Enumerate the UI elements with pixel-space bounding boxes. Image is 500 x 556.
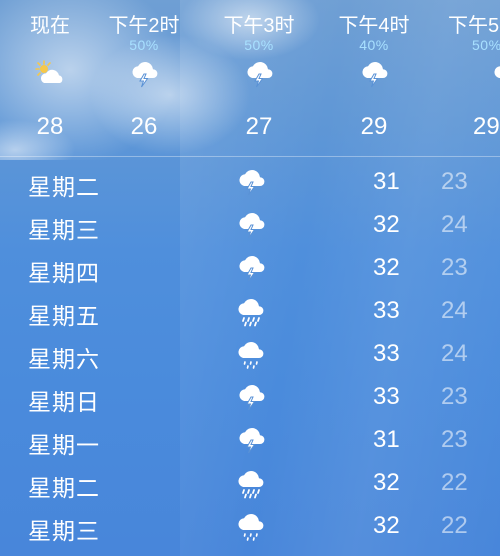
- high-temperature: 33: [373, 340, 400, 367]
- daily-row: 星期日 33 23: [0, 377, 500, 420]
- day-name: 星期六: [28, 346, 100, 372]
- hour-precipitation: 50%: [472, 37, 500, 53]
- day-name: 星期三: [28, 217, 100, 243]
- hour-label: 下午2时: [108, 15, 180, 37]
- low-temperature: 23: [441, 426, 468, 453]
- low-temperature: 22: [441, 512, 468, 539]
- low-temperature: 24: [441, 297, 468, 324]
- high-temperature: 33: [373, 383, 400, 410]
- daily-row: 星期六 33 24: [0, 334, 500, 377]
- high-temperature: 32: [373, 211, 400, 238]
- section-divider: [0, 156, 500, 157]
- hour-label: 下午3时: [223, 15, 295, 37]
- low-temperature: 24: [441, 340, 468, 367]
- hour-precipitation: 40%: [359, 37, 389, 53]
- thunderstorm-icon: [132, 61, 158, 88]
- low-temperature: 23: [441, 168, 468, 195]
- thunderstorm-icon: [247, 61, 273, 88]
- high-temperature: 31: [373, 426, 400, 453]
- hour-temperature: 29: [473, 113, 500, 140]
- hour-precipitation: 50%: [129, 37, 159, 53]
- thunderstorm-icon: [239, 427, 265, 454]
- rain-icon: [238, 470, 264, 499]
- high-temperature: 32: [373, 512, 400, 539]
- hour-temperature: 27: [245, 113, 273, 140]
- day-name: 星期五: [28, 303, 100, 329]
- hourly-item: 下午4时 40% 29: [314, 0, 434, 155]
- hour-temperature: 29: [360, 113, 388, 140]
- hour-label: 下午5: [448, 15, 500, 37]
- daily-row: 星期四 32 23: [0, 248, 500, 291]
- day-name: 星期日: [28, 389, 100, 415]
- daily-row: 星期五 33 24: [0, 291, 500, 334]
- hourly-item: 下午2时 50% 26: [84, 0, 204, 155]
- hourly-item-partial: 下午5 50% 29: [440, 0, 500, 155]
- thunderstorm-icon: [362, 61, 388, 88]
- rain-icon: [238, 298, 264, 327]
- thunderstorm-icon: [494, 66, 500, 78]
- day-name: 星期二: [28, 475, 100, 501]
- low-temperature: 24: [441, 211, 468, 238]
- drizzle-icon: [238, 341, 264, 369]
- partly-sunny-icon: [35, 60, 63, 83]
- thunderstorm-icon: [239, 384, 265, 411]
- thunderstorm-icon: [239, 255, 265, 282]
- day-name: 星期二: [28, 174, 100, 200]
- high-temperature: 33: [373, 297, 400, 324]
- day-name: 星期一: [28, 432, 100, 458]
- high-temperature: 32: [373, 254, 400, 281]
- high-temperature: 31: [373, 168, 400, 195]
- thunderstorm-icon: [239, 212, 265, 239]
- hourly-forecast[interactable]: 现在 28 下午2时 50% 26 下午3时 50% 27 下午4时 40% 2…: [0, 0, 500, 155]
- daily-row: 星期二 31 23: [0, 162, 500, 205]
- high-temperature: 32: [373, 469, 400, 496]
- low-temperature: 23: [441, 383, 468, 410]
- daily-row: 星期三 32 24: [0, 205, 500, 248]
- day-name: 星期四: [28, 260, 100, 286]
- low-temperature: 22: [441, 469, 468, 496]
- drizzle-icon: [238, 513, 264, 541]
- hour-temperature: 26: [130, 113, 158, 140]
- low-temperature: 23: [441, 254, 468, 281]
- hour-label: 下午4时: [338, 15, 410, 37]
- daily-row: 星期一 31 23: [0, 420, 500, 463]
- daily-row: 星期三 32 22: [0, 506, 500, 549]
- daily-row: 星期二 32 22: [0, 463, 500, 506]
- hourly-item: 下午3时 50% 27: [199, 0, 319, 155]
- hour-precipitation: 50%: [244, 37, 274, 53]
- day-name: 星期三: [28, 518, 100, 544]
- thunderstorm-icon: [239, 169, 265, 196]
